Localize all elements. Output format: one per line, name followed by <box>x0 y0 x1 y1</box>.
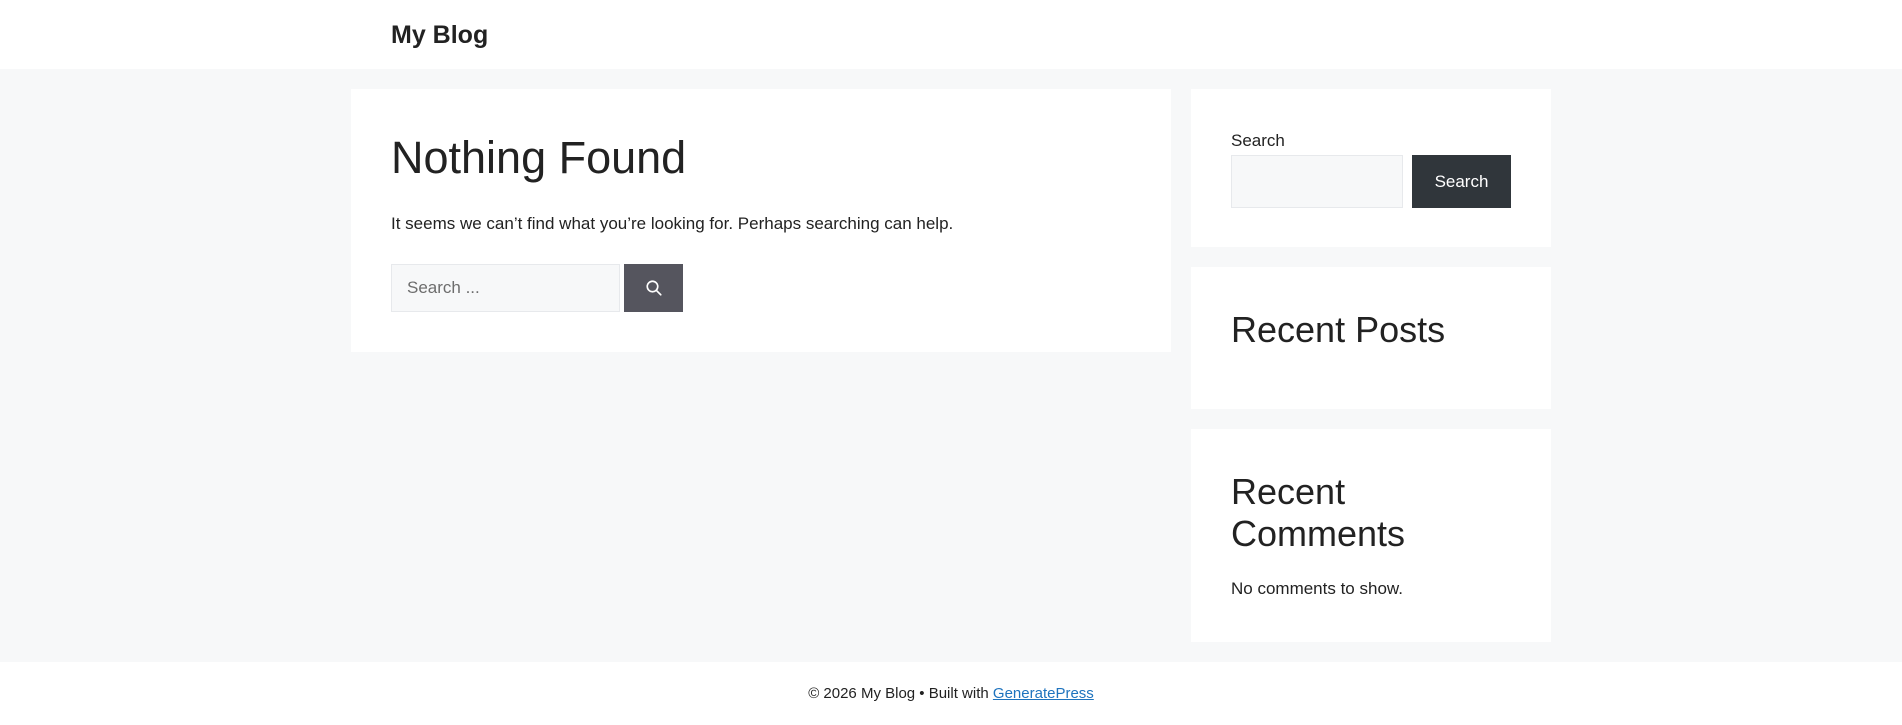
main-content: Nothing Found It seems we can’t find wha… <box>351 89 1171 352</box>
site-footer: © 2026 My Blog • Built with GeneratePres… <box>0 662 1902 725</box>
generatepress-link[interactable]: GeneratePress <box>993 685 1094 702</box>
search-widget-input[interactable] <box>1231 155 1403 208</box>
site-header: My Blog <box>0 0 1902 69</box>
search-icon <box>645 280 662 296</box>
recent-posts-widget: Recent Posts <box>1191 267 1551 409</box>
footer-copyright: © 2026 My Blog • Built with GeneratePres… <box>0 684 1902 704</box>
recent-comments-title: Recent Comments <box>1231 471 1406 554</box>
no-comments-text: No comments to show. <box>1231 579 1403 598</box>
recent-posts-title: Recent Posts <box>1231 309 1446 350</box>
page-title: Nothing Found <box>391 132 687 183</box>
search-widget-button[interactable]: Search <box>1412 155 1511 208</box>
search-input[interactable] <box>391 264 620 312</box>
search-widget: Search Search <box>1191 89 1551 247</box>
footer-copyright-text: © 2026 My Blog • Built with <box>808 685 993 702</box>
site-title-link[interactable]: My Blog <box>391 20 488 50</box>
search-submit-button[interactable] <box>624 264 683 312</box>
search-widget-label: Search <box>1231 131 1285 150</box>
recent-comments-widget: Recent Comments No comments to show. <box>1191 429 1551 642</box>
no-results-message: It seems we can’t find what you’re looki… <box>391 214 954 233</box>
